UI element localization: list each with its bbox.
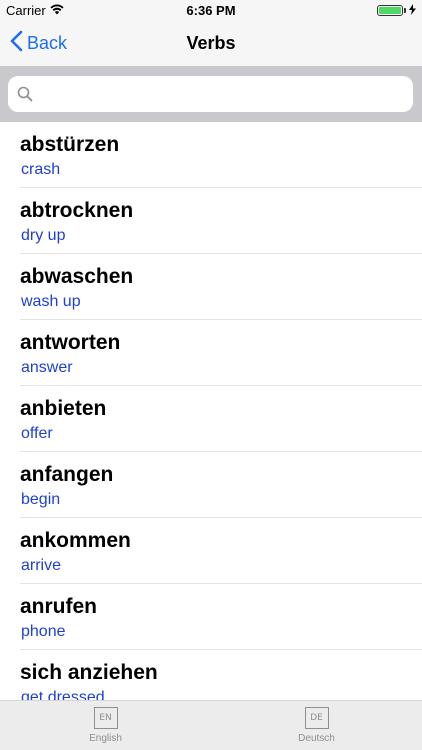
- battery-icon: [377, 5, 403, 16]
- verb-translation: answer: [21, 359, 73, 376]
- verb-translation: offer: [21, 425, 53, 442]
- verb-word: abwaschen: [20, 265, 134, 288]
- language-flag-icon: DE: [304, 707, 329, 729]
- app-screen: Carrier 6:36 PM Back Verbs abstürzen cra…: [0, 0, 422, 750]
- language-flag-icon: EN: [93, 707, 118, 729]
- tab-label: Deutsch: [298, 733, 335, 744]
- list-item[interactable]: sich anziehen get dressed: [0, 650, 422, 700]
- verb-word: abstürzen: [20, 133, 120, 156]
- search-icon: [17, 86, 33, 102]
- charging-bolt-icon: [409, 3, 416, 18]
- verb-translation: get dressed: [21, 689, 105, 700]
- verb-translation: wash up: [21, 293, 81, 310]
- battery-group: [377, 3, 416, 18]
- verb-translation: arrive: [21, 557, 62, 574]
- list-item[interactable]: abtrocknen dry up: [0, 188, 422, 254]
- verb-word: abtrocknen: [20, 199, 134, 222]
- verb-word: anfangen: [20, 463, 114, 486]
- verb-translation: begin: [21, 491, 61, 508]
- tab-english[interactable]: EN English: [0, 701, 211, 750]
- page-title: Verbs: [186, 33, 236, 53]
- verb-list: abstürzen crash abtrocknen dry up abwaschen w…: [0, 122, 422, 700]
- search-field[interactable]: [8, 76, 413, 112]
- search-input[interactable]: [33, 76, 413, 112]
- tab-label: English: [89, 733, 122, 744]
- battery-level: [379, 7, 401, 14]
- list-item[interactable]: anfangen begin: [0, 452, 422, 518]
- verb-word: anbieten: [20, 397, 107, 420]
- verb-translation: crash: [21, 161, 61, 178]
- search-bar: [0, 66, 422, 122]
- list-item[interactable]: ankommen arrive: [0, 518, 422, 584]
- status-time: 6:36 PM: [186, 3, 236, 18]
- tab-bar: EN English DE Deutsch: [0, 700, 422, 750]
- battery-cap: [404, 8, 406, 13]
- verb-word: antworten: [20, 331, 121, 354]
- list-item[interactable]: abstürzen crash: [0, 122, 422, 188]
- tab-deutsch[interactable]: DE Deutsch: [211, 701, 422, 750]
- verb-word: anrufen: [20, 595, 98, 618]
- verb-translation: phone: [21, 623, 66, 640]
- verb-translation: dry up: [21, 227, 66, 244]
- navigation-bar: Back Verbs: [0, 22, 422, 66]
- list-item[interactable]: anrufen phone: [0, 584, 422, 650]
- verb-word: ankommen: [20, 529, 131, 552]
- list-item[interactable]: abwaschen wash up: [0, 254, 422, 320]
- list-item[interactable]: antworten answer: [0, 320, 422, 386]
- status-bar: Carrier 6:36 PM: [0, 0, 422, 22]
- list-item[interactable]: anbieten offer: [0, 386, 422, 452]
- verb-word: sich anziehen: [20, 661, 158, 684]
